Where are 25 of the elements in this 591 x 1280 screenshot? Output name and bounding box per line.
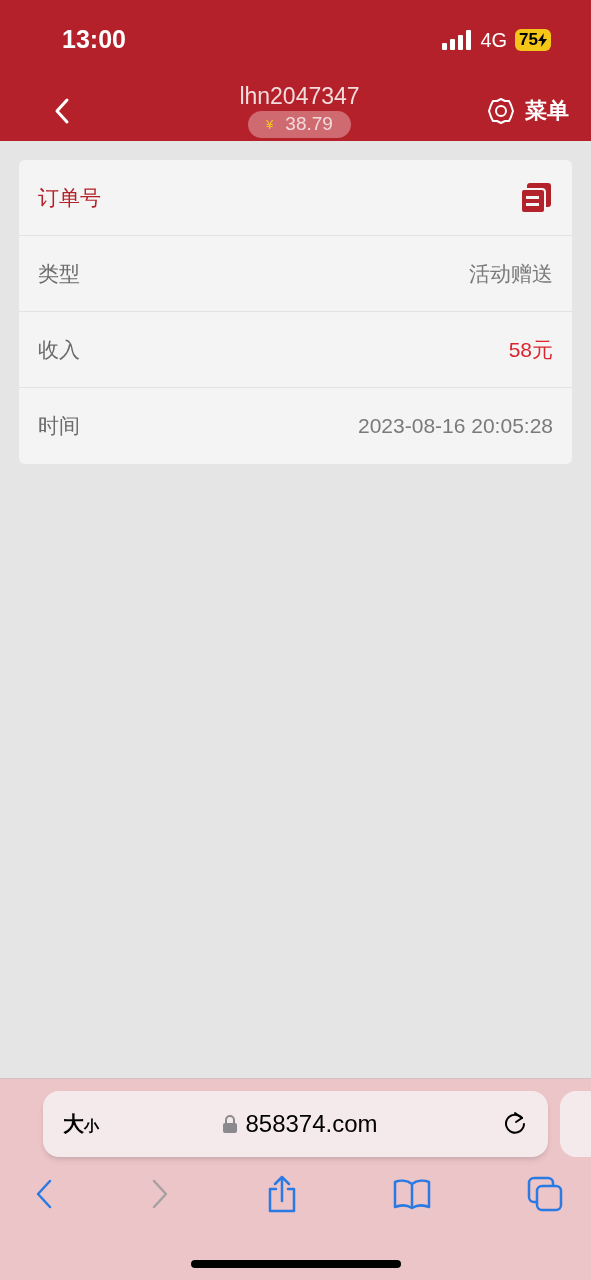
settings-icon[interactable] (487, 96, 515, 125)
row-label: 类型 (38, 260, 80, 287)
reload-icon[interactable] (502, 1111, 528, 1137)
row-value: 58元 (508, 336, 553, 363)
back-icon[interactable] (34, 1178, 54, 1210)
address-bar[interactable]: 大小 858374.com (43, 1091, 548, 1157)
bookmarks-icon[interactable] (393, 1178, 432, 1210)
page-title: lhn2047347 (239, 83, 360, 109)
url-text: 858374.com (245, 1109, 378, 1139)
copy-icon[interactable] (519, 180, 553, 215)
balance-badge: ¥ 38.79 (248, 111, 351, 138)
menu-button[interactable]: 菜单 (525, 94, 569, 127)
row-value: 活动赠送 (469, 260, 553, 287)
lock-icon (223, 1115, 238, 1133)
text-size-button[interactable]: 大小 (63, 1108, 99, 1140)
status-time: 13:00 (62, 24, 126, 56)
row-label: 时间 (38, 413, 80, 440)
network-label: 4G (480, 28, 508, 53)
tabs-icon[interactable] (527, 1176, 563, 1212)
battery-indicator: 75 (515, 29, 551, 51)
row-label: 收入 (38, 336, 80, 363)
charging-bolt-icon (538, 33, 547, 47)
signal-icon (442, 30, 473, 50)
row-value: 2023-08-16 20:05:28 (358, 413, 553, 440)
order-number-label: 订单号 (38, 184, 101, 211)
